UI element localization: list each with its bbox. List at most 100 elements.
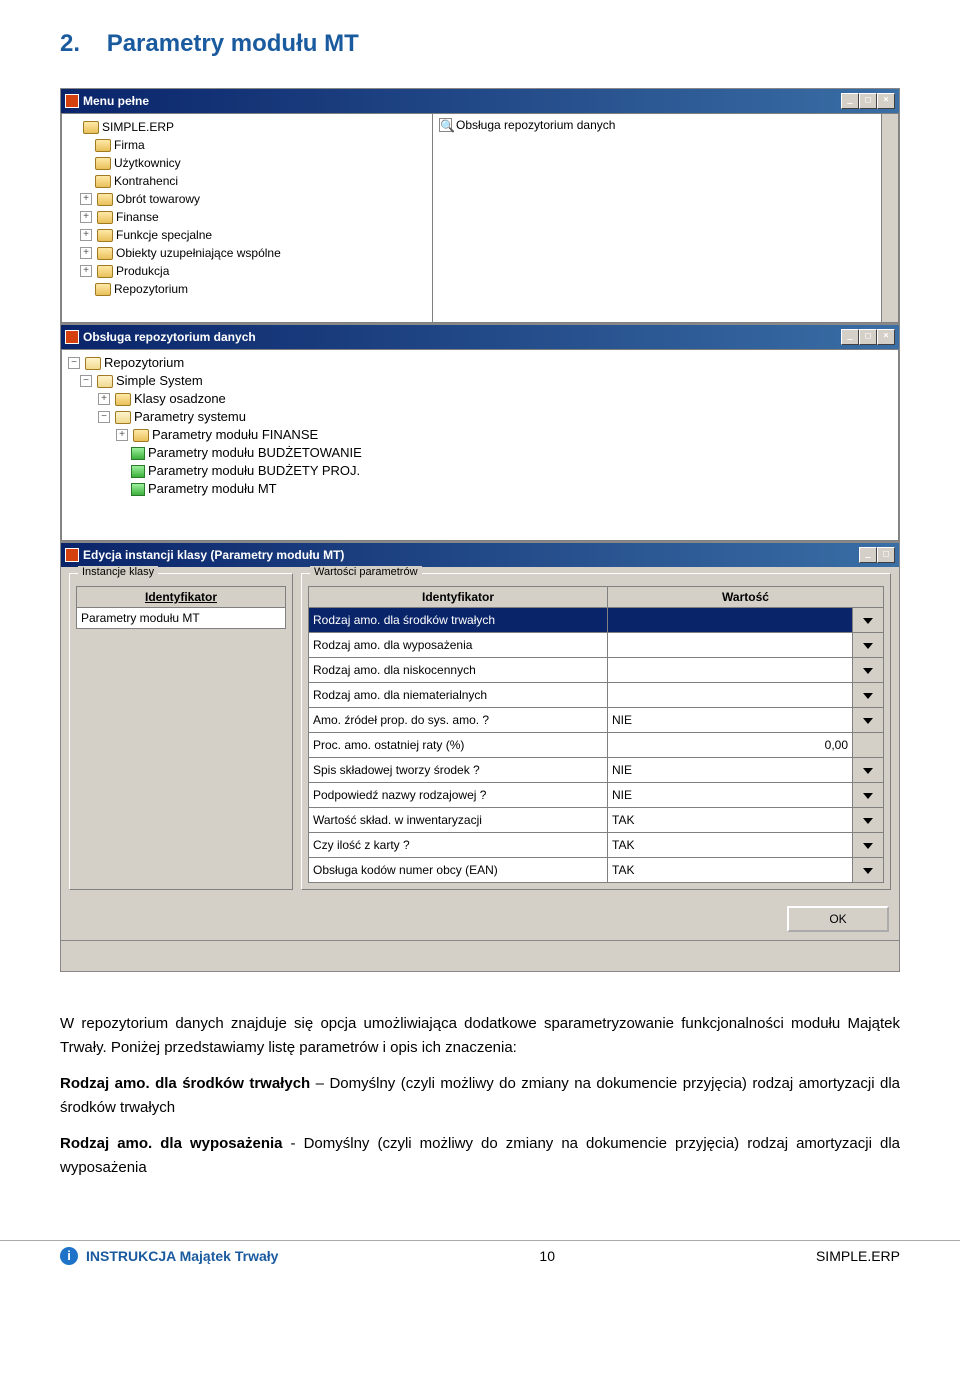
chevron-down-icon <box>863 793 873 799</box>
expander-icon[interactable]: + <box>80 265 92 277</box>
cell-value[interactable] <box>608 633 853 658</box>
table-row[interactable]: Rodzaj amo. dla wyposażenia <box>309 633 884 658</box>
ok-button[interactable]: OK <box>787 906 889 932</box>
expander-icon: · <box>80 176 90 186</box>
cell-value[interactable]: NIE <box>608 758 853 783</box>
dropdown-button[interactable] <box>853 683 884 708</box>
table-row[interactable]: Rodzaj amo. dla niskocennych <box>309 658 884 683</box>
table-row[interactable]: Wartość skład. w inwentaryzacjiTAK <box>309 808 884 833</box>
column-header[interactable]: Identyfikator <box>77 587 285 608</box>
cell-ident: Amo. źródeł prop. do sys. amo. ? <box>309 708 608 733</box>
table-row[interactable]: Rodzaj amo. dla środków trwałych <box>309 608 884 633</box>
close-button[interactable]: × <box>877 329 895 345</box>
expander-icon[interactable]: + <box>80 193 92 205</box>
folder-icon <box>115 393 131 406</box>
cell-value[interactable]: NIE <box>608 708 853 733</box>
dropdown-button <box>853 733 884 758</box>
cell-value[interactable]: TAK <box>608 833 853 858</box>
tree-item-label: Parametry modułu MT <box>148 480 277 498</box>
footer-brand: SIMPLE.ERP <box>816 1248 900 1264</box>
table-row[interactable]: Spis składowej tworzy środek ?NIE <box>309 758 884 783</box>
column-header-ident[interactable]: Identyfikator <box>309 587 608 608</box>
params-table: Identyfikator Wartość Rodzaj amo. dla śr… <box>308 586 884 883</box>
cell-ident: Rodzaj amo. dla niematerialnych <box>309 683 608 708</box>
titlebar-menu[interactable]: Menu pełne _ □ × <box>61 89 899 113</box>
minimize-button[interactable]: _ <box>841 93 859 109</box>
param-icon <box>131 483 145 496</box>
cell-value[interactable]: TAK <box>608 808 853 833</box>
table-row[interactable]: Podpowiedź nazwy rodzajowej ?NIE <box>309 783 884 808</box>
tree-item[interactable]: −Simple System <box>68 372 892 390</box>
dropdown-button[interactable] <box>853 633 884 658</box>
dropdown-button[interactable] <box>853 608 884 633</box>
table-row[interactable]: Parametry modułu MT <box>77 608 285 628</box>
table-row[interactable]: Rodzaj amo. dla niematerialnych <box>309 683 884 708</box>
tree-item[interactable]: +Produkcja <box>68 262 426 280</box>
chevron-down-icon <box>863 718 873 724</box>
scrollbar[interactable] <box>881 114 898 322</box>
cell-value[interactable]: NIE <box>608 783 853 808</box>
cell-value[interactable]: 0,00 <box>608 733 853 758</box>
expander-icon[interactable]: + <box>116 429 128 441</box>
column-header-value[interactable]: Wartość <box>608 587 884 608</box>
tree-item[interactable]: +Funkcje specjalne <box>68 226 426 244</box>
expander-icon[interactable]: − <box>68 357 80 369</box>
chevron-down-icon <box>863 618 873 624</box>
dropdown-button[interactable] <box>853 833 884 858</box>
minimize-button[interactable]: _ <box>841 329 859 345</box>
expander-icon[interactable]: + <box>80 247 92 259</box>
table-row[interactable]: Czy ilość z karty ?TAK <box>309 833 884 858</box>
maximize-button[interactable]: □ <box>859 93 877 109</box>
tree-item[interactable]: ·Firma <box>68 136 426 154</box>
table-row[interactable]: Obsługa kodów numer obcy (EAN)TAK <box>309 858 884 883</box>
tree-item[interactable]: +Finanse <box>68 208 426 226</box>
folder-icon <box>133 429 149 442</box>
expander-icon[interactable]: + <box>80 229 92 241</box>
titlebar-repo[interactable]: Obsługa repozytorium danych _ □ × <box>61 325 899 349</box>
table-row[interactable]: Proc. amo. ostatniej raty (%)0,00 <box>309 733 884 758</box>
footer-title: INSTRUKCJA Majątek Trwały <box>86 1248 278 1264</box>
tree-item[interactable]: ·Parametry modułu MT <box>68 480 892 498</box>
table-row[interactable]: Amo. źródeł prop. do sys. amo. ?NIE <box>309 708 884 733</box>
tree-item[interactable]: −Parametry systemu <box>68 408 892 426</box>
tree-item[interactable]: +Klasy osadzone <box>68 390 892 408</box>
expander-icon: · <box>80 158 90 168</box>
tree-item[interactable]: + Obrót towarowy <box>68 190 426 208</box>
dropdown-button[interactable] <box>853 808 884 833</box>
cell-ident: Proc. amo. ostatniej raty (%) <box>309 733 608 758</box>
tree-item[interactable]: −Repozytorium <box>68 354 892 372</box>
tree-item-label: Obrót towarowy <box>116 190 200 208</box>
chevron-down-icon <box>863 693 873 699</box>
expander-icon[interactable]: + <box>80 211 92 223</box>
tree-item[interactable]: ·SIMPLE.ERP <box>68 118 426 136</box>
list-item[interactable]: Obsługa repozytorium danych <box>456 118 615 132</box>
tree-item-label: Kontrahenci <box>114 172 178 190</box>
close-button[interactable]: × <box>877 93 895 109</box>
tree-item[interactable]: +Obiekty uzupełniające wspólne <box>68 244 426 262</box>
cell-value[interactable]: TAK <box>608 858 853 883</box>
tree-item[interactable]: ·Użytkownicy <box>68 154 426 172</box>
dropdown-button[interactable] <box>853 658 884 683</box>
maximize-button[interactable]: □ <box>877 547 895 563</box>
tree-item[interactable]: +Parametry modułu FINANSE <box>68 426 892 444</box>
expander-icon[interactable]: + <box>98 393 110 405</box>
dropdown-button[interactable] <box>853 758 884 783</box>
tree-item[interactable]: ·Parametry modułu BUDŻETY PROJ. <box>68 462 892 480</box>
maximize-button[interactable]: □ <box>859 329 877 345</box>
dropdown-button[interactable] <box>853 858 884 883</box>
titlebar-edit[interactable]: Edycja instancji klasy (Parametry modułu… <box>61 543 899 567</box>
cell-value[interactable] <box>608 608 853 633</box>
expander-icon[interactable]: − <box>98 411 110 423</box>
tree-item[interactable]: ·Repozytorium <box>68 280 426 298</box>
folder-open-icon <box>97 375 113 388</box>
cell-value[interactable] <box>608 683 853 708</box>
dropdown-button[interactable] <box>853 783 884 808</box>
dropdown-button[interactable] <box>853 708 884 733</box>
cell-value[interactable] <box>608 658 853 683</box>
tree-item[interactable]: ·Parametry modułu BUDŻETOWANIE <box>68 444 892 462</box>
expander-icon[interactable]: − <box>80 375 92 387</box>
title-text: Menu pełne <box>83 94 841 108</box>
tree-item[interactable]: · Kontrahenci <box>68 172 426 190</box>
minimize-button[interactable]: _ <box>859 547 877 563</box>
folder-icon <box>95 283 111 296</box>
